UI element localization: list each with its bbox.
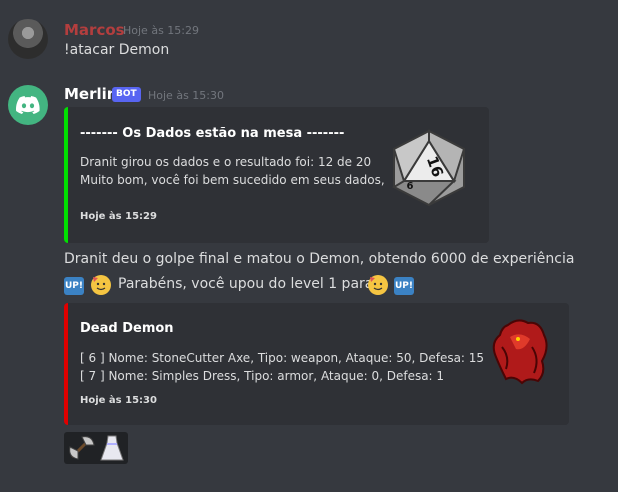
dice-embed: ------- Os Dados estão na mesa ------- D… xyxy=(64,107,489,243)
merlin-timestamp: Hoje às 15:30 xyxy=(148,89,224,102)
loot-item-dress: [ 7 ] Nome: Simples Dress, Tipo: armor, … xyxy=(80,369,445,383)
marcos-timestamp: Hoje às 15:29 xyxy=(123,24,199,37)
loot-embed-title: Dead Demon xyxy=(80,321,174,336)
party-face-icon[interactable] xyxy=(368,275,388,295)
marcos-username[interactable]: Marcos xyxy=(64,21,125,39)
party-face-graphic xyxy=(92,276,110,294)
d20-die-icon[interactable]: 16 6 xyxy=(388,127,470,209)
up-badge-left[interactable]: UP! xyxy=(64,277,84,295)
dice-embed-line2: Muito bom, você foi bem sucedido em seus… xyxy=(80,173,385,187)
party-face-icon[interactable] xyxy=(91,275,111,295)
final-blow-message: Dranit deu o golpe final e matou o Demon… xyxy=(64,251,575,267)
party-face-graphic xyxy=(369,276,387,294)
axe-icon[interactable] xyxy=(66,433,96,463)
loot-embed-footer: Hoje às 15:30 xyxy=(80,395,157,406)
up-badge-right[interactable]: UP! xyxy=(394,277,414,295)
level-up-message: Parabéns, você upou do level 1 para 2 xyxy=(118,276,387,292)
discord-logo-icon xyxy=(16,96,40,114)
marcos-avatar[interactable] xyxy=(8,19,48,59)
die-side-number: 6 xyxy=(407,181,414,192)
dress-icon[interactable] xyxy=(98,433,126,463)
merlin-username[interactable]: Merlin xyxy=(64,85,117,103)
merlin-avatar[interactable] xyxy=(8,85,48,125)
loot-item-axe: [ 6 ] Nome: StoneCutter Axe, Tipo: weapo… xyxy=(80,351,485,365)
bot-tag: BOT xyxy=(112,87,141,102)
demon-icon[interactable] xyxy=(488,317,552,385)
dice-embed-footer: Hoje às 15:29 xyxy=(80,211,157,222)
marcos-message: !atacar Demon xyxy=(64,42,170,58)
dice-embed-line1: Dranit girou os dados e o resultado foi:… xyxy=(80,155,372,169)
loot-embed: Dead Demon [ 6 ] Nome: StoneCutter Axe, … xyxy=(64,303,569,425)
loot-attachment[interactable] xyxy=(64,432,128,464)
dice-embed-title: ------- Os Dados estão na mesa ------- xyxy=(80,126,345,141)
